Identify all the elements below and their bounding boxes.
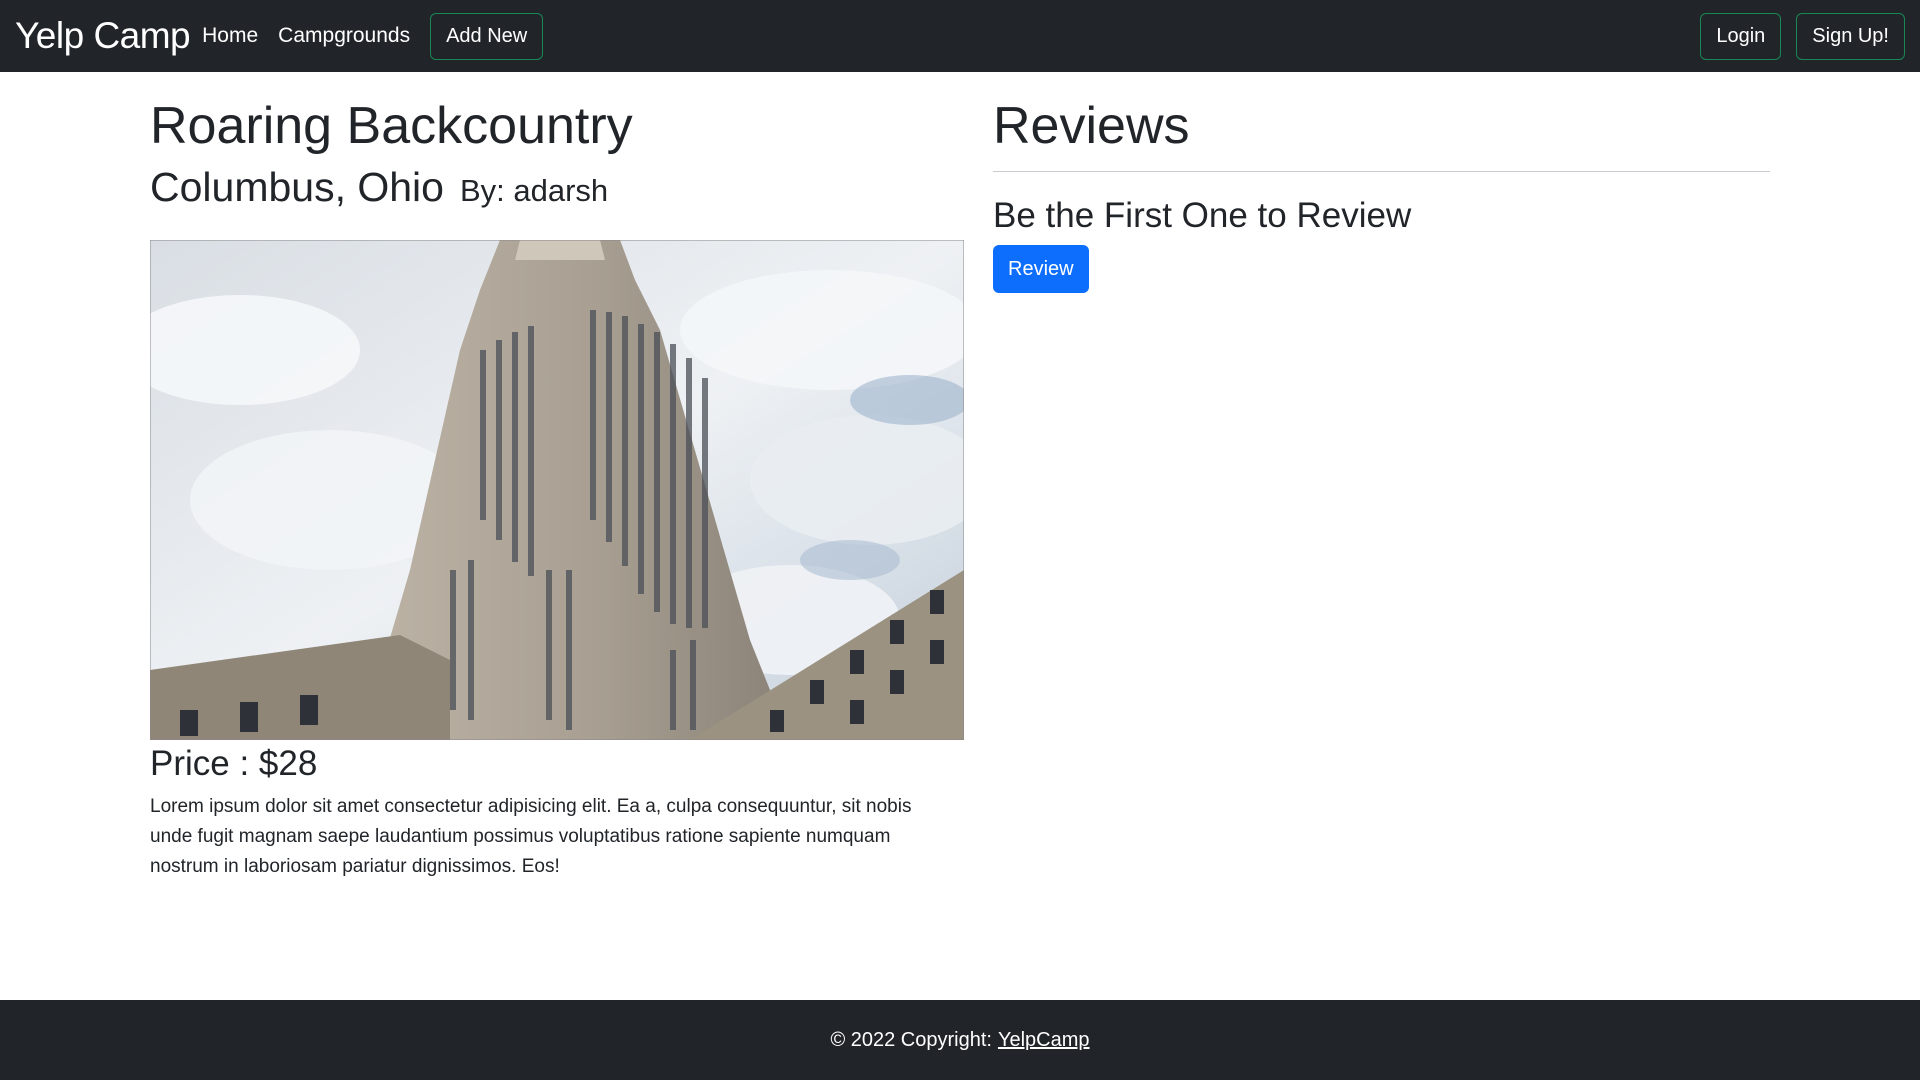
- campground-location: Columbus, Ohio: [150, 164, 444, 210]
- no-reviews-message: Be the First One to Review: [993, 196, 1412, 235]
- reviews-divider: [993, 171, 1770, 172]
- campground-description: Lorem ipsum dolor sit amet consectetur a…: [150, 796, 912, 877]
- login-button[interactable]: Login: [1700, 12, 1782, 60]
- footer-yelpcamp-link[interactable]: YelpCamp: [998, 1029, 1090, 1052]
- nav-link-home[interactable]: Home: [202, 24, 268, 48]
- reviews-title: Reviews: [993, 97, 1190, 155]
- brand-logo[interactable]: Yelp Camp: [15, 15, 191, 57]
- campground-author: By: adarsh: [459, 173, 609, 208]
- nav-link-campgrounds[interactable]: Campgrounds: [278, 24, 420, 48]
- location-line: Columbus, Ohio By: adarsh: [150, 164, 608, 211]
- review-button[interactable]: Review: [993, 245, 1089, 293]
- footer-copyright: © 2022 Copyright:: [830, 1028, 992, 1051]
- nav-auth-group: Login Sign Up!: [1700, 12, 1905, 60]
- campground-image: [150, 240, 964, 740]
- signup-button[interactable]: Sign Up!: [1796, 12, 1905, 60]
- campground-price: Price : $28: [150, 744, 318, 783]
- navbar: Yelp Camp Home Campgrounds Add New Login…: [0, 0, 1920, 72]
- footer: © 2022 Copyright: YelpCamp: [0, 1000, 1920, 1080]
- add-new-button[interactable]: Add New: [430, 12, 544, 60]
- campground-title: Roaring Backcountry: [150, 97, 633, 155]
